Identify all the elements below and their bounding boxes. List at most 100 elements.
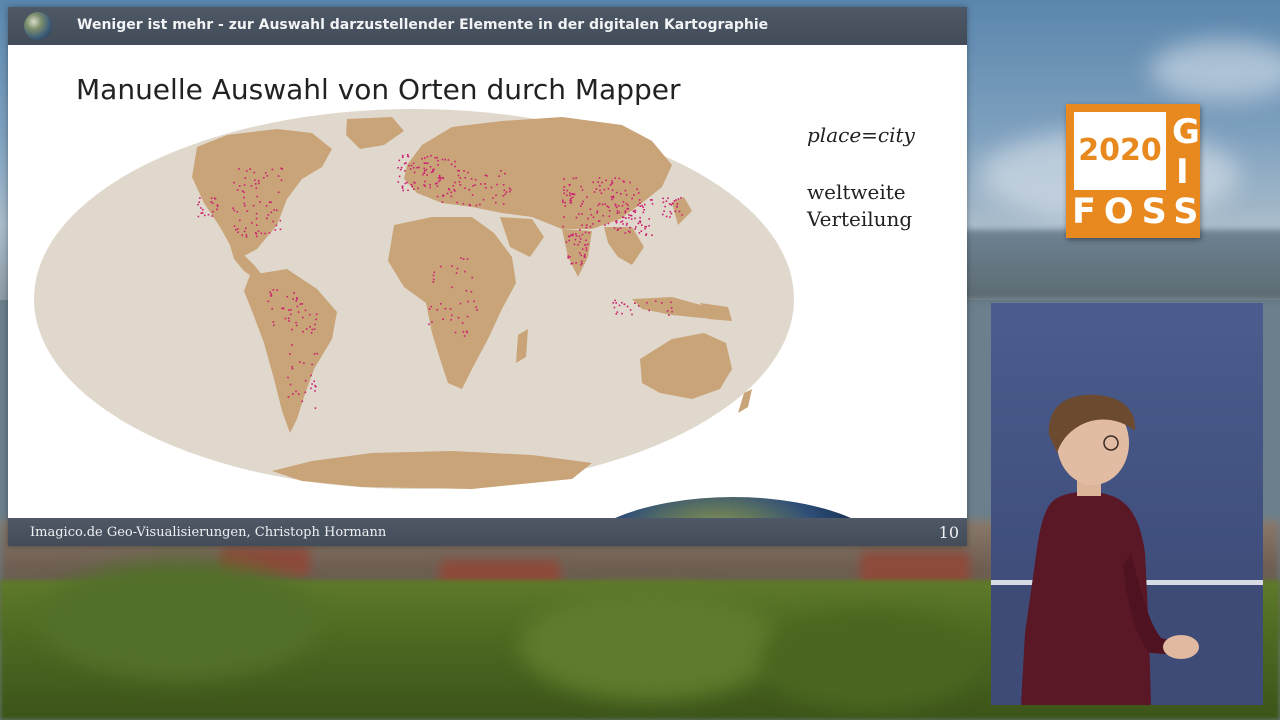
city-marker — [255, 217, 258, 220]
city-marker — [216, 205, 219, 208]
city-marker — [292, 298, 294, 300]
city-marker — [197, 203, 199, 206]
city-marker — [645, 233, 648, 235]
city-marker — [302, 316, 304, 319]
city-marker — [289, 353, 291, 355]
city-marker — [638, 232, 641, 234]
city-marker — [639, 205, 642, 207]
city-marker — [470, 178, 473, 180]
city-marker — [432, 281, 435, 283]
city-marker — [634, 211, 637, 214]
city-marker — [570, 234, 572, 236]
city-marker — [624, 232, 627, 234]
city-marker — [462, 203, 465, 205]
city-marker — [484, 183, 486, 185]
city-marker — [243, 196, 245, 199]
city-marker — [578, 235, 581, 238]
city-marker — [315, 313, 318, 316]
city-marker — [637, 192, 640, 194]
city-marker — [310, 387, 312, 390]
city-marker — [581, 213, 583, 215]
city-marker — [400, 166, 403, 169]
city-marker — [424, 185, 426, 187]
city-marker — [461, 322, 464, 324]
city-marker — [304, 309, 307, 312]
page-number: 10 — [938, 523, 959, 542]
city-marker — [442, 194, 445, 197]
city-marker — [256, 195, 258, 198]
city-marker — [438, 176, 441, 179]
city-marker — [271, 307, 273, 310]
city-marker — [254, 179, 256, 181]
city-marker — [571, 262, 574, 265]
city-marker — [618, 211, 621, 214]
city-marker — [622, 223, 624, 225]
city-marker — [451, 314, 453, 317]
city-marker — [397, 181, 400, 183]
city-marker — [304, 379, 307, 382]
city-marker — [211, 202, 214, 204]
city-marker — [626, 305, 629, 308]
city-marker — [250, 185, 253, 187]
city-marker — [291, 367, 294, 370]
city-marker — [290, 313, 292, 316]
city-marker — [575, 262, 577, 264]
city-marker — [399, 168, 402, 171]
logo-word: FOSS — [1072, 192, 1207, 232]
city-marker — [620, 221, 622, 223]
city-marker — [669, 216, 671, 218]
city-marker — [681, 214, 683, 216]
city-marker — [425, 168, 428, 171]
city-marker — [619, 227, 622, 229]
city-marker — [464, 187, 466, 189]
city-marker — [311, 363, 313, 366]
city-marker — [589, 208, 592, 211]
osm-tag-label: place=city — [807, 123, 915, 147]
city-marker — [454, 181, 456, 184]
city-marker — [313, 353, 316, 355]
city-marker — [665, 200, 668, 202]
city-marker — [601, 181, 603, 184]
city-marker — [398, 175, 401, 178]
city-marker — [651, 199, 653, 201]
city-marker — [269, 291, 271, 293]
city-marker — [433, 168, 435, 171]
city-marker — [628, 217, 630, 219]
city-marker — [251, 222, 253, 224]
city-marker — [295, 321, 297, 324]
city-marker — [243, 230, 246, 233]
city-marker — [572, 193, 574, 195]
city-marker — [255, 224, 258, 226]
city-marker — [432, 274, 435, 277]
city-marker — [628, 214, 630, 216]
city-marker — [615, 221, 618, 224]
city-marker — [266, 217, 268, 220]
city-marker — [410, 164, 413, 167]
city-marker — [458, 170, 460, 172]
city-marker — [255, 212, 258, 215]
city-marker — [406, 181, 408, 184]
city-marker — [279, 219, 282, 222]
city-marker — [450, 163, 453, 166]
city-marker — [607, 222, 610, 225]
city-marker — [235, 228, 237, 231]
city-marker — [640, 230, 643, 232]
city-marker — [287, 396, 290, 398]
city-marker — [432, 170, 434, 173]
slide-header: Weniger ist mehr - zur Auswahl darzustel… — [8, 7, 967, 45]
city-marker — [259, 201, 261, 203]
city-marker — [571, 196, 574, 199]
city-marker — [563, 192, 566, 195]
city-marker — [416, 166, 418, 169]
city-marker — [211, 215, 213, 217]
city-marker — [405, 162, 407, 164]
city-marker — [263, 177, 265, 179]
city-marker — [200, 207, 202, 209]
city-marker — [296, 297, 298, 299]
city-marker — [267, 300, 270, 303]
city-marker — [502, 184, 505, 186]
city-marker — [265, 205, 268, 207]
city-marker — [467, 300, 469, 303]
city-marker — [634, 228, 636, 230]
city-marker — [600, 192, 603, 194]
